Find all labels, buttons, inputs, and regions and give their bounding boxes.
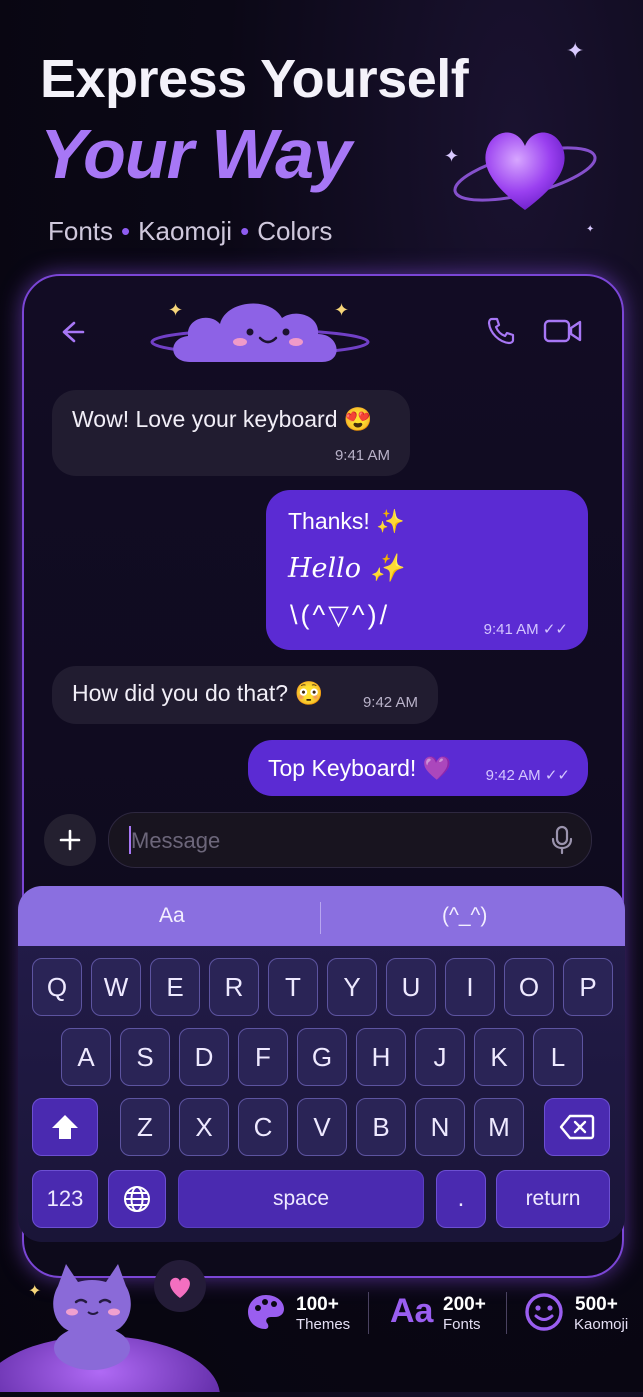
numbers-key[interactable]: 123 [32, 1170, 98, 1228]
smiley-icon [524, 1292, 566, 1334]
globe-icon [124, 1186, 150, 1212]
message-status: 9:42 AM ✓✓ [486, 766, 570, 784]
message-text: Thanks! ✨ [288, 508, 405, 534]
key-w[interactable]: W [91, 958, 141, 1016]
backspace-icon [559, 1114, 595, 1140]
key-c[interactable]: C [238, 1098, 288, 1156]
key-v[interactable]: V [297, 1098, 347, 1156]
add-attachment-button[interactable] [44, 814, 96, 866]
svg-text:✦: ✦ [28, 1283, 41, 1300]
read-check-icon: ✓✓ [542, 621, 568, 638]
delete-key[interactable] [544, 1098, 610, 1156]
microphone-icon[interactable] [551, 825, 573, 860]
message-time: 9:41 AM [483, 621, 539, 638]
period-key[interactable]: . [436, 1170, 486, 1228]
feature-kaomoji: Kaomoji [138, 216, 233, 246]
themes-count: 100+ [296, 1294, 339, 1315]
themes-label: Themes [296, 1316, 351, 1333]
message-time: 9:42 AM [362, 694, 418, 711]
heart-planet-icon [450, 112, 600, 222]
key-u[interactable]: U [386, 958, 436, 1016]
keyboard-toolbar: Aa (^_^) [18, 886, 625, 946]
key-d[interactable]: D [179, 1028, 229, 1086]
palette-icon [246, 1292, 288, 1334]
key-x[interactable]: X [179, 1098, 229, 1156]
key-p[interactable]: P [563, 958, 613, 1016]
key-n[interactable]: N [415, 1098, 465, 1156]
key-l[interactable]: L [533, 1028, 583, 1086]
read-check-icon: ✓✓ [544, 767, 570, 784]
message-time: 9:42 AM [485, 767, 541, 784]
sparkle-icon: ✦ [168, 300, 184, 320]
feature-list: Fonts • Kaomoji • Colors [48, 216, 333, 246]
message-text: Wow! Love your keyboard 😍 [72, 406, 373, 432]
headline-line1: Express Yourself [40, 49, 469, 109]
message-fancy-text: Hello ✨ [288, 553, 404, 584]
key-y[interactable]: Y [327, 958, 377, 1016]
key-f[interactable]: F [238, 1028, 288, 1086]
sparkle-icon: ✦ [334, 300, 350, 320]
key-j[interactable]: J [415, 1028, 465, 1086]
message-time: 9:41 AM [334, 447, 390, 464]
message-input[interactable]: Message [108, 812, 592, 868]
key-g[interactable]: G [297, 1028, 347, 1086]
shift-arrow-icon [52, 1115, 78, 1139]
key-a[interactable]: A [61, 1028, 111, 1086]
headline-line2: Your Way [40, 115, 352, 193]
message-bubble-incoming: How did you do that? 😳 9:42 AM [52, 666, 438, 724]
key-i[interactable]: I [445, 958, 495, 1016]
globe-key[interactable] [108, 1170, 166, 1228]
sparkle-icon: ✦ [566, 38, 585, 63]
message-placeholder: Message [131, 828, 221, 853]
cat-planet-mascot-icon: ✦ [0, 1256, 230, 1397]
key-s[interactable]: S [120, 1028, 170, 1086]
video-call-icon[interactable] [542, 314, 584, 348]
message-bubble-incoming: Wow! Love your keyboard 😍 9:41 AM [52, 390, 410, 476]
key-h[interactable]: H [356, 1028, 406, 1086]
key-m[interactable]: M [474, 1098, 524, 1156]
kaomoji-tab[interactable]: (^_^) [442, 904, 487, 928]
fonts-label: Fonts [443, 1316, 481, 1333]
back-arrow-icon[interactable] [56, 316, 88, 348]
keyboard: Aa (^_^) 123 space . return QWERTYUIOP AS… [18, 886, 625, 1242]
return-key[interactable]: return [496, 1170, 610, 1228]
fonts-count: 200+ [443, 1294, 486, 1315]
key-t[interactable]: T [268, 958, 318, 1016]
divider [320, 902, 321, 934]
phone-call-icon[interactable] [484, 314, 518, 348]
divider [368, 1292, 369, 1334]
plus-icon [59, 829, 81, 851]
sparkle-icon: ✦ [586, 224, 595, 235]
space-key[interactable]: space [178, 1170, 424, 1228]
message-bubble-outgoing: Top Keyboard! 💜 9:42 AM ✓✓ [248, 740, 588, 796]
message-text: Top Keyboard! 💜 [268, 755, 452, 781]
message-bubble-outgoing: Thanks! ✨ Hello ✨ \(^▽^)/ 9:41 AM ✓✓ [266, 490, 588, 650]
message-text: How did you do that? 😳 [72, 680, 324, 706]
kaomoji-label: Kaomoji [574, 1316, 629, 1333]
shift-key[interactable] [32, 1098, 98, 1156]
divider [506, 1292, 507, 1334]
kaomoji-count: 500+ [575, 1294, 618, 1315]
aa-icon: Aa [390, 1292, 434, 1330]
key-q[interactable]: Q [32, 958, 82, 1016]
message-status: 9:41 AM ✓✓ [484, 620, 568, 638]
message-kaomoji: \(^▽^)/ [290, 600, 391, 630]
key-b[interactable]: B [356, 1098, 406, 1156]
key-r[interactable]: R [209, 958, 259, 1016]
fonts-tab[interactable]: Aa [159, 904, 185, 928]
key-e[interactable]: E [150, 958, 200, 1016]
key-k[interactable]: K [474, 1028, 524, 1086]
key-o[interactable]: O [504, 958, 554, 1016]
feature-fonts: Fonts [48, 216, 114, 246]
key-z[interactable]: Z [120, 1098, 170, 1156]
feature-colors: Colors [257, 216, 333, 246]
